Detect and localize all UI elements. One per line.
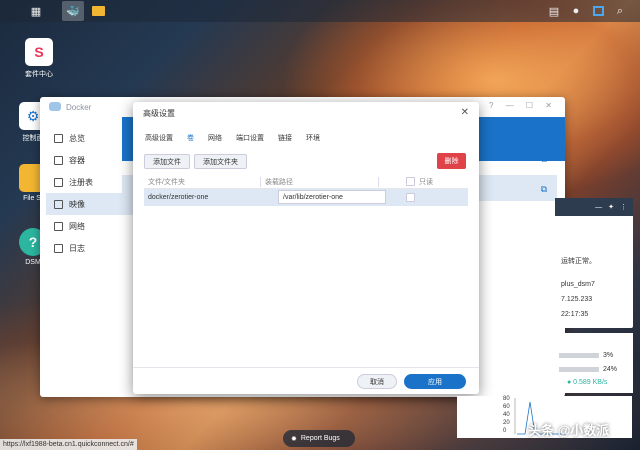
docker-sidebar: 总览 容器 注册表 映像 网络 日志 [46,127,136,259]
readonly-checkbox[interactable] [406,193,415,202]
sidebar-item-label: 网络 [69,221,85,231]
overview-icon [54,133,63,143]
add-file-button[interactable]: 添加文件 [144,154,190,169]
volume-toolbar: 添加文件 添加文件夹 [144,154,247,169]
container-icon [54,155,63,165]
table-header: 文件/文件夹 装载路径 只读 [144,175,468,189]
docker-logo-icon [49,102,61,111]
taskbar: ▦ 🐳 ▤ ● ⌕ [0,0,640,22]
sidebar-item-overview[interactable]: 总览 [46,127,136,149]
bug-icon: ✹ [291,435,297,443]
system-status-text: 运转正常。 [561,258,596,265]
add-folder-button[interactable]: 添加文件夹 [194,154,247,169]
close-icon[interactable]: ✕ [461,107,469,118]
network-speed: ● 0.589 KB/s [567,379,608,386]
dialog-tabs: 高级设置 卷 网络 端口设置 链接 环境 [143,133,322,145]
sidebar-item-label: 日志 [69,243,85,253]
dialog-title: 高级设置 [143,108,175,118]
uptime: 22:17:35 [561,311,589,318]
options-icon[interactable]: ⋮ [620,203,627,211]
header-readonly-label: 只读 [419,178,433,186]
desktop-icon-package-center[interactable]: S 套件中心 [14,38,64,79]
minimize-icon[interactable]: — [595,204,602,211]
status-url: https://lxf1988-beta.cn1.quickconnect.cn… [0,439,137,450]
tab-port-settings[interactable]: 端口设置 [234,133,266,145]
footer-divider [133,367,479,368]
docker-task-icon[interactable]: 🐳 [62,1,84,21]
widget-header: — ✦ ⋮ [555,198,633,216]
cancel-button[interactable]: 取消 [357,374,397,389]
cell-readonly [406,193,415,202]
package-center-icon: S [25,38,53,66]
resource-monitor-widget: 3% 24% ● 0.589 KB/s [555,333,633,393]
docker-title: Docker [66,102,92,112]
column-divider [260,177,261,187]
user-icon[interactable]: ● [565,1,587,21]
image-icon [54,199,63,209]
report-bugs-label: Report Bugs [300,435,340,442]
log-icon [54,243,63,253]
sidebar-item-registry[interactable]: 注册表 [46,171,136,193]
tab-environment[interactable]: 环境 [304,133,322,145]
sidebar-item-network[interactable]: 网络 [46,215,136,237]
cell-file-folder: docker/zerotier-one [148,194,209,201]
header-file-folder: 文件/文件夹 [148,178,185,186]
readonly-all-checkbox[interactable] [406,177,415,186]
advanced-settings-dialog: 高级设置 ✕ 高级设置 卷 网络 端口设置 链接 环境 添加文件 添加文件夹 删… [133,102,479,394]
sidebar-item-label: 总览 [69,133,85,143]
external-link-icon[interactable]: ⧉ [541,184,547,195]
external-link-icon[interactable]: ⧉ [541,154,547,165]
search-icon[interactable]: ⌕ [609,1,631,21]
delete-button[interactable]: 删除 [437,153,466,169]
widgets-icon[interactable] [587,1,609,21]
window-controls[interactable]: ? — ☐ ✕ [489,101,557,110]
tab-links[interactable]: 链接 [276,133,294,145]
sidebar-item-container[interactable]: 容器 [46,149,136,171]
cpu-value: 3% [603,352,614,359]
server-name: plus_dsm7 [561,281,595,288]
system-health-widget: — ✦ ⋮ 运转正常。 plus_dsm7 7.125.233 22:17:35 [555,198,633,328]
main-menu-icon[interactable]: ▦ [25,1,47,21]
sidebar-item-label: 注册表 [69,177,93,187]
watermark: 头条 @小数派 [528,423,610,438]
ram-bar [559,367,599,372]
registry-icon [54,177,63,187]
pin-icon[interactable]: ✦ [608,203,614,211]
header-readonly: 只读 [406,177,433,187]
tab-network[interactable]: 网络 [206,133,224,145]
desktop-icon-label: DSM [25,259,41,266]
sidebar-item-label: 映像 [69,199,85,209]
header-mount-path: 装载路径 [265,178,293,186]
cpu-bar [559,353,599,358]
table-row[interactable]: docker/zerotier-one /var/lib/zerotier-on… [144,189,468,206]
report-bugs-button[interactable]: ✹ Report Bugs [283,430,355,447]
ip-address: 7.125.233 [561,296,593,303]
dialog-titlebar[interactable]: 高级设置 ✕ [133,102,479,124]
column-divider [378,177,379,187]
folder-task-icon[interactable] [87,1,109,21]
sidebar-item-label: 容器 [69,155,85,165]
tab-volume[interactable]: 卷 [185,133,196,145]
desktop-icon-label: 套件中心 [25,71,53,78]
volume-table: 文件/文件夹 装载路径 只读 docker/zerotier-one /var/… [144,175,468,206]
apply-button[interactable]: 应用 [404,374,466,389]
mount-path-input[interactable]: /var/lib/zerotier-one [278,190,386,204]
network-icon [54,221,63,231]
sidebar-item-image[interactable]: 映像 [46,193,136,215]
chat-icon[interactable]: ▤ [543,1,565,21]
tab-advanced[interactable]: 高级设置 [143,133,175,145]
sidebar-item-log[interactable]: 日志 [46,237,136,259]
ram-value: 24% [603,366,618,373]
